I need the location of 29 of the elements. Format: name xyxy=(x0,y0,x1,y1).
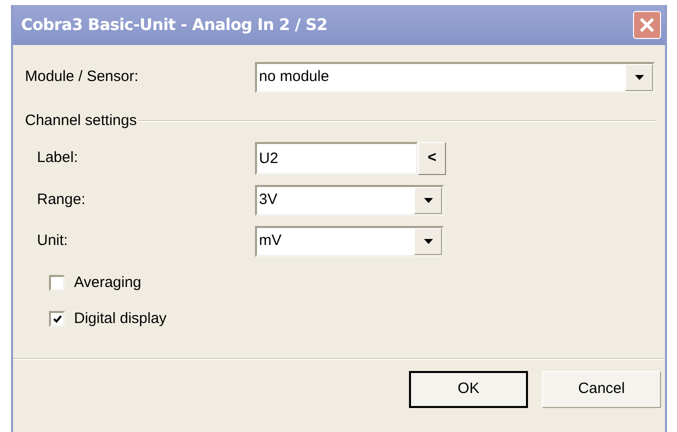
dropdown-button[interactable] xyxy=(414,228,442,254)
dropdown-button[interactable] xyxy=(414,186,442,214)
dropdown-field[interactable]: mV xyxy=(255,226,444,256)
label-input[interactable]: U2 xyxy=(255,142,418,174)
dialog-button[interactable]: OK xyxy=(409,370,528,408)
checkbox-label: Averaging xyxy=(74,272,142,292)
module-combo[interactable]: no module xyxy=(255,62,655,93)
field-label: Unit: xyxy=(37,230,69,251)
checkbox-label: Digital display xyxy=(74,309,167,329)
caret-icon xyxy=(424,198,432,202)
window-title: Cobra3 Basic-Unit - Analog In 2 / S2 xyxy=(21,14,328,36)
caret-icon xyxy=(424,238,432,244)
module-label: Module / Sensor: xyxy=(25,67,140,88)
dropdown-button[interactable] xyxy=(625,64,653,91)
check-icon xyxy=(52,315,62,324)
insert-button[interactable]: < xyxy=(418,142,446,174)
combo-value: 3V xyxy=(258,190,278,210)
close-button[interactable] xyxy=(633,11,661,39)
close-icon xyxy=(640,18,654,32)
field-label: Label: xyxy=(37,148,79,168)
dropdown-field[interactable]: 3V xyxy=(255,184,444,216)
field-label: Range: xyxy=(37,190,86,210)
group-title: Channel settings xyxy=(25,111,137,131)
combo-value: no module xyxy=(258,67,330,88)
checkbox[interactable] xyxy=(49,311,65,328)
combo-value: mV xyxy=(258,230,282,251)
checkbox[interactable] xyxy=(49,274,65,291)
dialog-button[interactable]: Cancel xyxy=(542,370,661,408)
caret-icon xyxy=(634,75,644,80)
